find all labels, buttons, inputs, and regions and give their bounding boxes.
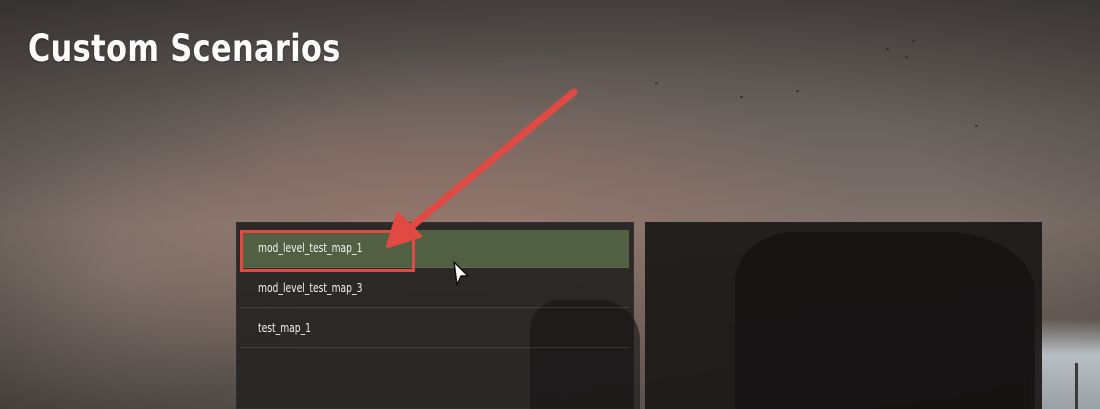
mouse-cursor-icon xyxy=(453,261,469,286)
annotation-arrow-icon xyxy=(386,88,578,248)
